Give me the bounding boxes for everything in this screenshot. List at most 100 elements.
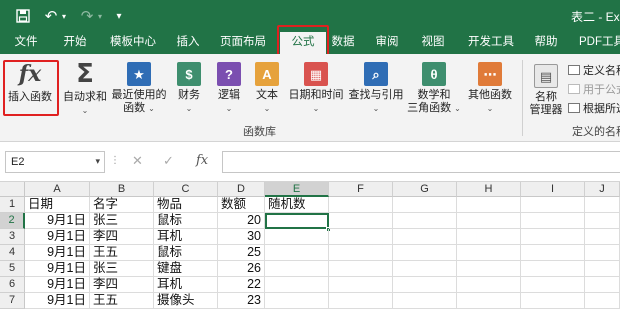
row-header-1[interactable]: 1 bbox=[0, 197, 25, 213]
column-header-g[interactable]: G bbox=[393, 182, 457, 197]
row-header-3[interactable]: 3 bbox=[0, 229, 25, 245]
lookup-button[interactable]: ⌕ 查找与引用 ⌄ bbox=[347, 62, 405, 115]
tab-review[interactable]: 审阅 bbox=[364, 32, 410, 54]
cell-h3[interactable] bbox=[457, 229, 521, 245]
column-header-i[interactable]: I bbox=[521, 182, 585, 197]
cell-j6[interactable] bbox=[585, 277, 620, 293]
cell-b5[interactable]: 张三 bbox=[90, 261, 154, 277]
insert-function-icon[interactable]: fx bbox=[196, 153, 208, 168]
tab-help[interactable]: 帮助 bbox=[526, 32, 566, 54]
cell-i7[interactable] bbox=[521, 293, 585, 309]
tab-home[interactable]: 开始 bbox=[52, 32, 98, 54]
undo-dropdown-icon[interactable]: ▾ bbox=[60, 6, 68, 26]
cell-c3[interactable]: 耳机 bbox=[154, 229, 218, 245]
cell-c1[interactable]: 物品 bbox=[154, 197, 218, 213]
cell-h4[interactable] bbox=[457, 245, 521, 261]
cell-a6[interactable]: 9月1日 bbox=[25, 277, 90, 293]
column-header-a[interactable]: A bbox=[25, 182, 90, 197]
cell-d1[interactable]: 数额 bbox=[218, 197, 265, 213]
cell-b7[interactable]: 王五 bbox=[90, 293, 154, 309]
redo-icon[interactable]: ↷ bbox=[78, 6, 96, 26]
cell-i1[interactable] bbox=[521, 197, 585, 213]
cell-a4[interactable]: 9月1日 bbox=[25, 245, 90, 261]
cell-a5[interactable]: 9月1日 bbox=[25, 261, 90, 277]
financial-button[interactable]: $ 财务 ⌄ bbox=[172, 62, 206, 115]
cell-f2[interactable] bbox=[329, 213, 393, 229]
tab-formulas[interactable]: 公式 bbox=[280, 32, 326, 56]
cell-j5[interactable] bbox=[585, 261, 620, 277]
cell-g3[interactable] bbox=[393, 229, 457, 245]
cell-h1[interactable] bbox=[457, 197, 521, 213]
save-icon[interactable] bbox=[14, 6, 32, 26]
cell-i6[interactable] bbox=[521, 277, 585, 293]
row-header-6[interactable]: 6 bbox=[0, 277, 25, 293]
cell-j3[interactable] bbox=[585, 229, 620, 245]
cell-j7[interactable] bbox=[585, 293, 620, 309]
cell-f6[interactable] bbox=[329, 277, 393, 293]
column-header-f[interactable]: F bbox=[329, 182, 393, 197]
cell-g7[interactable] bbox=[393, 293, 457, 309]
cell-i4[interactable] bbox=[521, 245, 585, 261]
cell-d4[interactable]: 25 bbox=[218, 245, 265, 261]
cell-e6[interactable] bbox=[265, 277, 329, 293]
cell-g6[interactable] bbox=[393, 277, 457, 293]
cell-g4[interactable] bbox=[393, 245, 457, 261]
cell-b6[interactable]: 李四 bbox=[90, 277, 154, 293]
cell-e5[interactable] bbox=[265, 261, 329, 277]
cell-f3[interactable] bbox=[329, 229, 393, 245]
cell-h6[interactable] bbox=[457, 277, 521, 293]
cell-d6[interactable]: 22 bbox=[218, 277, 265, 293]
tab-pdf-tools[interactable]: PDF工具 bbox=[572, 32, 620, 54]
cell-e1[interactable]: 随机数 bbox=[265, 197, 329, 213]
cell-a2[interactable]: 9月1日 bbox=[25, 213, 90, 229]
enter-icon[interactable]: ✓ bbox=[163, 153, 174, 169]
define-name-button[interactable]: 定义名称 bbox=[568, 62, 620, 78]
cell-d3[interactable]: 30 bbox=[218, 229, 265, 245]
cell-h2[interactable] bbox=[457, 213, 521, 229]
cell-g1[interactable] bbox=[393, 197, 457, 213]
row-header-2[interactable]: 2 bbox=[0, 213, 25, 229]
insert-function-button[interactable]: fx 插入函数 bbox=[5, 60, 55, 104]
cell-e7[interactable] bbox=[265, 293, 329, 309]
cancel-icon[interactable]: ✕ bbox=[132, 153, 143, 169]
column-header-j[interactable]: J bbox=[585, 182, 620, 197]
row-header-7[interactable]: 7 bbox=[0, 293, 25, 309]
tab-data[interactable]: 数据 bbox=[326, 32, 360, 54]
cell-i3[interactable] bbox=[521, 229, 585, 245]
cell-f7[interactable] bbox=[329, 293, 393, 309]
cell-g2[interactable] bbox=[393, 213, 457, 229]
formula-input[interactable] bbox=[222, 151, 620, 173]
cell-c4[interactable]: 鼠标 bbox=[154, 245, 218, 261]
cell-b3[interactable]: 李四 bbox=[90, 229, 154, 245]
cell-i2[interactable] bbox=[521, 213, 585, 229]
autosum-button[interactable]: Σ 自动求和 ⌄ bbox=[61, 60, 109, 117]
column-header-c[interactable]: C bbox=[154, 182, 218, 197]
name-box[interactable]: E2 ▾ bbox=[5, 151, 105, 173]
tab-template-center[interactable]: 模板中心 bbox=[98, 32, 168, 54]
cell-c2[interactable]: 鼠标 bbox=[154, 213, 218, 229]
customize-qat-icon[interactable]: ▾ bbox=[114, 6, 124, 26]
column-header-b[interactable]: B bbox=[90, 182, 154, 197]
column-header-h[interactable]: H bbox=[457, 182, 521, 197]
column-header-e[interactable]: E bbox=[265, 182, 329, 197]
cell-h5[interactable] bbox=[457, 261, 521, 277]
datetime-button[interactable]: ▦ 日期和时间 ⌄ bbox=[288, 62, 344, 115]
text-button[interactable]: A 文本 ⌄ bbox=[252, 62, 282, 115]
tab-file[interactable]: 文件 bbox=[0, 32, 52, 54]
select-all-corner[interactable] bbox=[0, 182, 25, 197]
undo-icon[interactable]: ↶ bbox=[42, 6, 60, 26]
cell-e4[interactable] bbox=[265, 245, 329, 261]
cell-f4[interactable] bbox=[329, 245, 393, 261]
tab-insert[interactable]: 插入 bbox=[168, 32, 208, 54]
use-in-formula-button[interactable]: 用于公式 bbox=[568, 81, 620, 97]
cell-g5[interactable] bbox=[393, 261, 457, 277]
cell-b4[interactable]: 王五 bbox=[90, 245, 154, 261]
cell-i5[interactable] bbox=[521, 261, 585, 277]
cell-b1[interactable]: 名字 bbox=[90, 197, 154, 213]
cell-a3[interactable]: 9月1日 bbox=[25, 229, 90, 245]
cell-f1[interactable] bbox=[329, 197, 393, 213]
chevron-down-icon[interactable]: ▾ bbox=[95, 156, 100, 167]
cell-a7[interactable]: 9月1日 bbox=[25, 293, 90, 309]
logical-button[interactable]: ? 逻辑 ⌄ bbox=[212, 62, 246, 115]
cell-j2[interactable] bbox=[585, 213, 620, 229]
